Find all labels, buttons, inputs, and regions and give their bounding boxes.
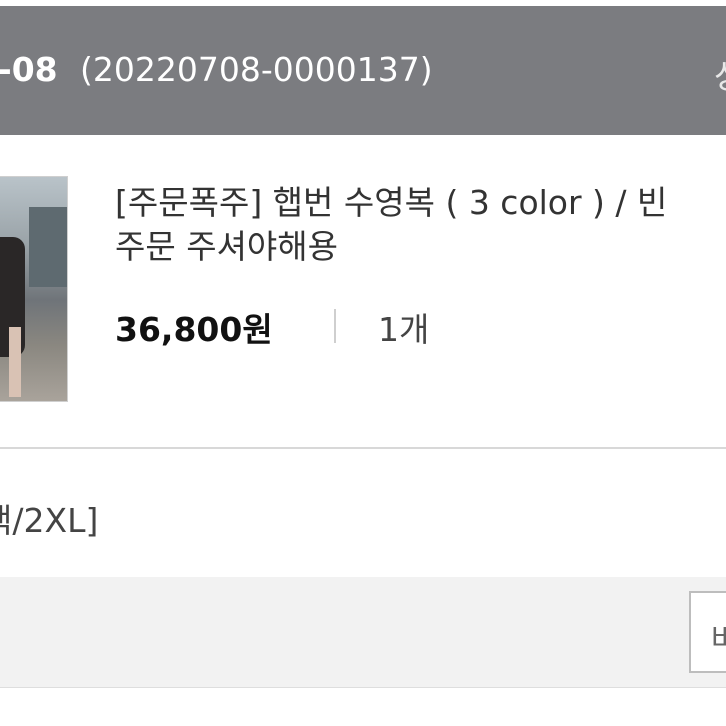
order-date: -08 (0, 50, 58, 89)
product-option: 랙/2XL] (0, 501, 99, 540)
product-quantity: 1개 (378, 310, 430, 349)
thumbnail-figure-leg (9, 327, 21, 397)
order-header: -08 (20220708-0000137) 상 (0, 6, 726, 135)
order-number: (20220708-0000137) (80, 50, 433, 89)
action-button-label: 버 (711, 623, 726, 658)
action-bar: 버 (0, 577, 726, 688)
order-detail-link[interactable]: 상 (714, 50, 726, 98)
product-thumbnail[interactable] (0, 176, 68, 402)
action-button[interactable]: 버 (689, 591, 726, 673)
product-title-line2[interactable]: 주문 주셔야해용 (115, 220, 338, 268)
section-divider (0, 447, 726, 449)
thumbnail-background (29, 207, 67, 287)
price-quantity-separator (334, 309, 336, 343)
product-price: 36,800원 (115, 310, 273, 349)
product-title-line1[interactable]: [주문폭주] 햅번 수영복 ( 3 color ) / 빈 (115, 176, 667, 224)
